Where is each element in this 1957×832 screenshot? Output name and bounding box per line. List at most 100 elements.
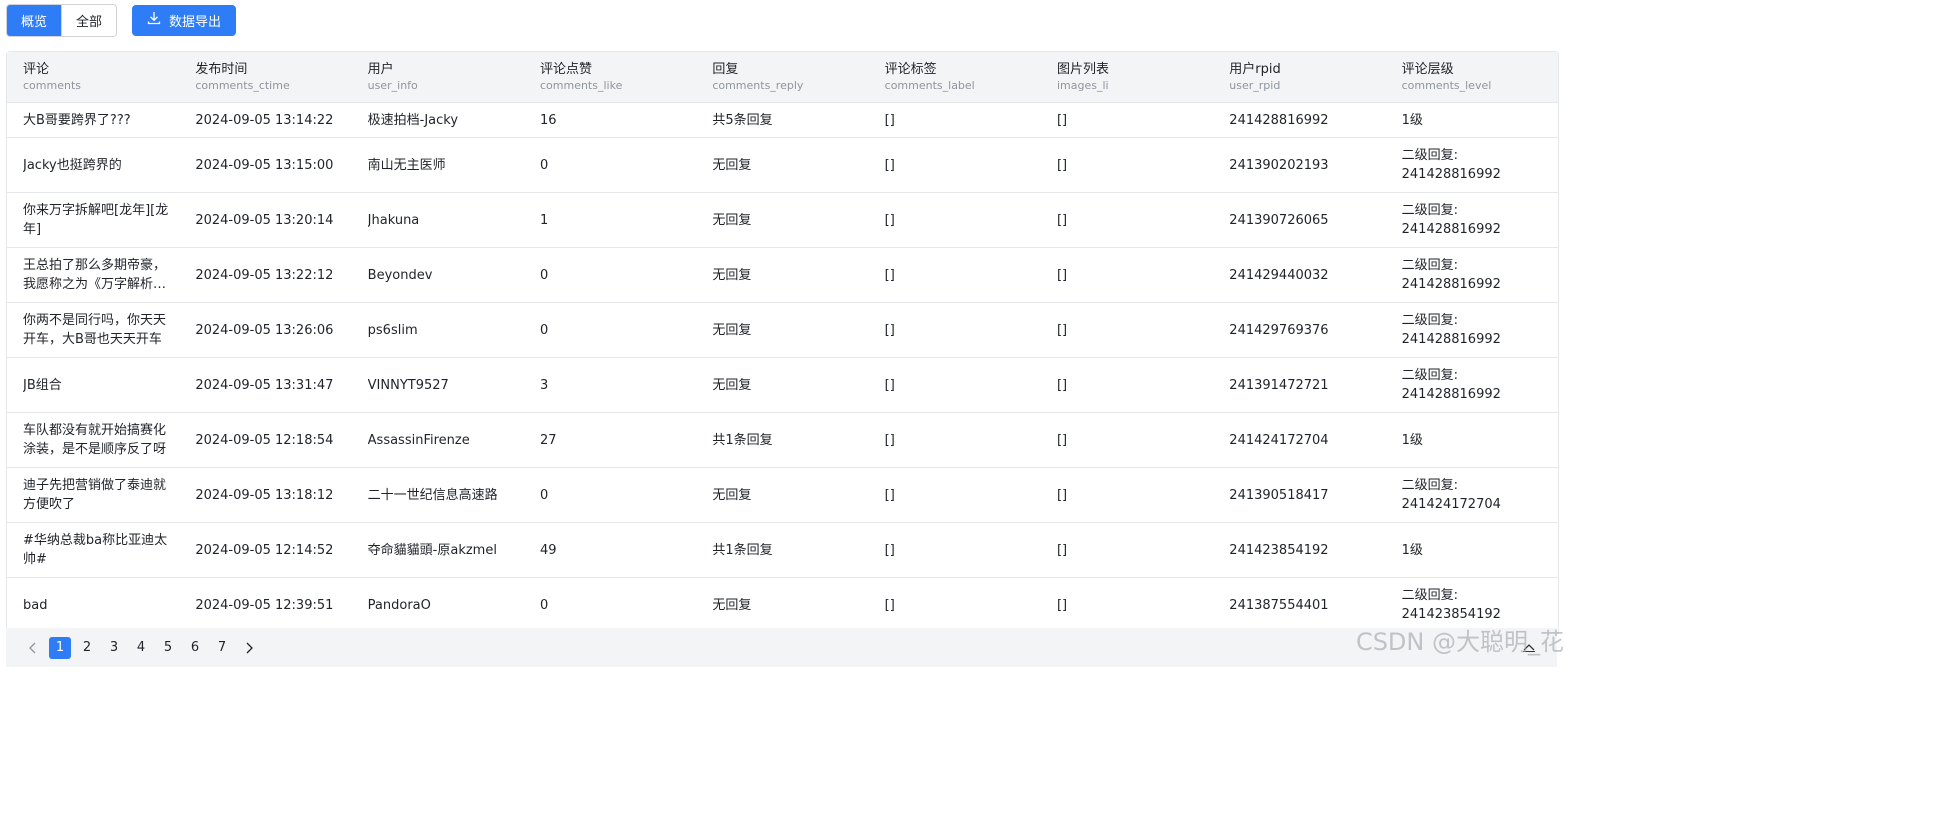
cell-text: 无回复: [712, 487, 752, 503]
page-6[interactable]: 6: [184, 637, 206, 659]
cell-comments_reply: 无回复: [696, 302, 869, 358]
cell-comments_level: 1级: [1385, 412, 1558, 468]
cell-text: []: [1056, 432, 1068, 448]
page-4[interactable]: 4: [130, 637, 152, 659]
cell-comments: 大B哥要跨界了???: [7, 102, 180, 138]
cell-text: 0: [539, 157, 549, 173]
cell-comments_ctime: 2024-09-05 13:31:47: [179, 357, 352, 413]
page-1[interactable]: 1: [49, 636, 71, 659]
cell-text: 2024-09-05 12:18:54: [195, 432, 334, 448]
cell-images_li: []: [1040, 102, 1214, 138]
column-header-key: user_info: [367, 79, 418, 92]
column-header-comments_label: 评论标签 comments_label: [868, 52, 1041, 103]
cell-text: bad: [23, 597, 48, 613]
cell-text: 迪子先把营销做了泰迪就方便吹了: [23, 478, 167, 512]
cell-comments_reply: 无回复: [696, 192, 869, 248]
cell-text: 你来万字拆解吧[龙年][龙年]: [23, 203, 169, 237]
column-header-comments_level: 评论层级 comments_level: [1385, 52, 1558, 103]
cell-images_li: []: [1040, 577, 1214, 633]
page-5[interactable]: 5: [157, 637, 179, 659]
cell-user_rpid: 241390202193: [1213, 137, 1386, 193]
page-3[interactable]: 3: [103, 637, 125, 659]
cell-comments_level: 二级回复: 241423854192: [1385, 577, 1558, 633]
chevron-left-icon[interactable]: [22, 637, 44, 659]
cell-text: 2024-09-05 13:26:06: [195, 322, 334, 338]
table-row[interactable]: 你来万字拆解吧[龙年][龙年] 2024-09-05 13:20:14 Jhakun…: [7, 192, 1558, 248]
column-header-comments_ctime: 发布时间 comments_ctime: [179, 52, 352, 103]
table-row[interactable]: bad 2024-09-05 12:39:51 PandoraO 0 无回复 [] [] 24…: [7, 577, 1558, 633]
cell-text: 车队都没有就开始搞赛化涂装，是不是顺序反了呀: [23, 423, 167, 457]
cell-text: 2024-09-05 12:14:52: [195, 542, 334, 558]
tab-all[interactable]: 全部: [61, 4, 117, 36]
column-header-key: images_li: [1056, 79, 1109, 92]
cell-images_li: []: [1040, 247, 1214, 303]
table-row[interactable]: JB组合 2024-09-05 13:31:47 VINNYT9527 3 无回复 [] […: [7, 357, 1558, 413]
page-7[interactable]: 7: [211, 637, 233, 659]
cell-text: 2024-09-05 13:31:47: [195, 377, 334, 393]
export-label: 数据导出: [169, 14, 222, 30]
cell-text: 241423854192: [1229, 542, 1329, 558]
page-numbers: 1234567: [49, 636, 238, 659]
cell-text: 1级: [1401, 432, 1423, 448]
cell-user_rpid: 241387554401: [1213, 577, 1386, 633]
cell-comments: 迪子先把营销做了泰迪就方便吹了: [7, 467, 180, 523]
cell-comments_label: []: [868, 247, 1041, 303]
table-row[interactable]: 你两不是同行吗，你天天开车，大B哥也天天开车 2024-09-05 13:26:0…: [7, 302, 1558, 358]
table-row[interactable]: 迪子先把营销做了泰迪就方便吹了 2024-09-05 13:18:12 二十一世纪信…: [7, 467, 1558, 523]
cell-text: 49: [539, 542, 557, 558]
page-2[interactable]: 2: [76, 637, 98, 659]
cell-comments_reply: 无回复: [696, 577, 869, 633]
tab-overview[interactable]: 概览: [7, 4, 62, 36]
column-header-images_li: 图片列表 images_li: [1040, 52, 1214, 103]
table-row[interactable]: Jacky也挺跨界的 2024-09-05 13:15:00 南山无主医师 0 无回复 […: [7, 137, 1558, 193]
cell-comments_reply: 共1条回复: [696, 412, 869, 468]
column-header-key: comments_label: [884, 79, 975, 92]
column-header-comments_reply: 回复 comments_reply: [696, 52, 869, 103]
column-header-key: comments: [23, 79, 81, 92]
cell-text: 二十一世纪信息高速路: [367, 487, 498, 503]
cell-user_rpid: 241428816992: [1213, 102, 1386, 138]
cell-comments_ctime: 2024-09-05 12:39:51: [179, 577, 352, 633]
cell-comments_level: 二级回复: 241428816992: [1385, 137, 1558, 193]
cell-comments_label: []: [868, 357, 1041, 413]
cell-comments_reply: 共1条回复: [696, 522, 869, 578]
cell-text: 二级回复: 241428816992: [1401, 258, 1501, 292]
cell-text: 2024-09-05 12:39:51: [195, 597, 334, 613]
cell-text: []: [884, 542, 895, 558]
chevron-right-icon[interactable]: [238, 637, 260, 659]
cell-comments_ctime: 2024-09-05 12:18:54: [179, 412, 352, 468]
table-row[interactable]: 大B哥要跨界了??? 2024-09-05 13:14:22 极速拍档-Jacky 1…: [7, 102, 1558, 138]
cell-comments_label: []: [868, 522, 1041, 578]
cell-text: #华纳总裁ba称比亚迪太帅#: [23, 533, 168, 567]
cell-text: []: [884, 377, 895, 393]
cell-text: 无回复: [712, 377, 752, 393]
export-button[interactable]: 数据导出: [132, 4, 237, 36]
cell-user_info: 二十一世纪信息高速路: [351, 467, 524, 523]
cell-comments_reply: 无回复: [696, 357, 869, 413]
cell-text: 你两不是同行吗，你天天开车，大B哥也天天开车: [23, 313, 167, 347]
cell-images_li: []: [1040, 467, 1214, 523]
column-header-label: 用户rpid: [1229, 62, 1281, 77]
column-header-label: 评论层级: [1401, 62, 1454, 77]
column-header-label: 评论点赞: [539, 62, 592, 77]
table-row[interactable]: 车队都没有就开始搞赛化涂装，是不是顺序反了呀 2024-09-05 12:18:5…: [7, 412, 1558, 468]
column-header-label: 用户: [367, 62, 394, 77]
comments-table: 评论 comments 发布时间 comments_ctime 用户 user_info 评…: [6, 51, 1559, 634]
cell-text: 2024-09-05 13:15:00: [195, 157, 334, 173]
cell-text: AssassinFirenze: [367, 432, 470, 448]
cell-images_li: []: [1040, 302, 1214, 358]
cell-text: 0: [539, 267, 549, 283]
cell-text: VINNYT9527: [367, 377, 449, 393]
table-row[interactable]: 王总拍了那么多期帝豪，我愿称之为《万字解析吉利帝豪》 2024-09-05 13:…: [7, 247, 1558, 303]
cell-user_info: AssassinFirenze: [351, 412, 524, 468]
cell-text: []: [1056, 542, 1068, 558]
column-header-comments_like: 评论点赞 comments_like: [523, 52, 697, 103]
caret-up-icon[interactable]: [1521, 640, 1537, 654]
download-icon: [147, 11, 161, 29]
cell-text: []: [1056, 212, 1068, 228]
table-row[interactable]: #华纳总裁ba称比亚迪太帅# 2024-09-05 12:14:52 夺命貓貓頭-原…: [7, 522, 1558, 578]
cell-text: 241390202193: [1229, 157, 1329, 173]
cell-user_rpid: 241429769376: [1213, 302, 1386, 358]
cell-comments_label: []: [868, 102, 1041, 138]
cell-text: 王总拍了那么多期帝豪，我愿称之为《万字解析吉利帝豪》: [23, 258, 167, 292]
